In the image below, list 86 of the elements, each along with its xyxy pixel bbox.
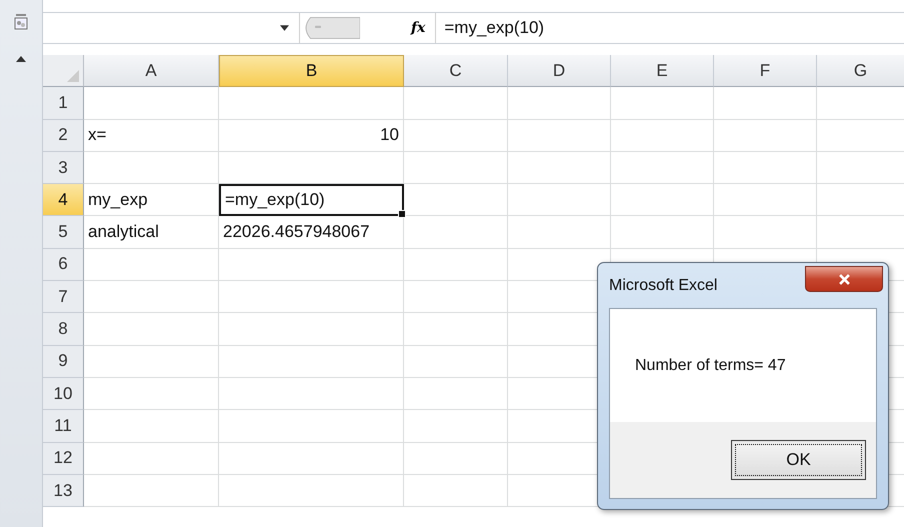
table-cell[interactable] <box>219 410 404 443</box>
table-cell[interactable] <box>84 313 219 346</box>
table-cell[interactable] <box>611 152 714 184</box>
column-header[interactable]: C <box>404 55 508 88</box>
table-cell[interactable] <box>404 184 508 216</box>
table-cell[interactable] <box>219 281 404 314</box>
table-cell[interactable] <box>84 442 219 475</box>
table-cell[interactable] <box>714 120 817 152</box>
table-cell[interactable] <box>611 216 714 249</box>
row-header[interactable]: 9 <box>43 346 84 378</box>
table-cell[interactable] <box>611 120 714 152</box>
row-header[interactable]: 11 <box>43 410 84 443</box>
table-cell[interactable] <box>404 120 508 152</box>
column-header[interactable]: B <box>219 55 404 88</box>
table-cell[interactable]: my_exp <box>84 184 219 216</box>
table-cell[interactable] <box>611 87 714 120</box>
column-header[interactable]: D <box>508 55 611 88</box>
table-cell[interactable] <box>404 410 508 443</box>
table-cell[interactable] <box>404 442 508 475</box>
table-cell[interactable] <box>84 248 219 282</box>
row-header[interactable]: 2 <box>43 120 84 152</box>
table-cell[interactable] <box>219 346 404 378</box>
select-all-icon[interactable] <box>67 70 79 82</box>
table-cell[interactable] <box>84 378 219 410</box>
table-cell[interactable] <box>84 152 219 184</box>
row-header[interactable]: 6 <box>43 248 84 282</box>
table-cell[interactable] <box>714 87 817 120</box>
row-header[interactable]: 10 <box>43 378 84 410</box>
table-cell[interactable] <box>404 378 508 410</box>
row-header[interactable]: 13 <box>43 474 84 508</box>
scroll-up-icon[interactable] <box>16 56 26 62</box>
table-cell[interactable]: analytical <box>84 216 219 249</box>
table-cell[interactable] <box>219 474 404 508</box>
table-cell[interactable] <box>219 248 404 282</box>
row-header[interactable]: 7 <box>43 281 84 314</box>
row-header[interactable]: 8 <box>43 313 84 346</box>
table-cell[interactable] <box>219 378 404 410</box>
insert-function-button[interactable]: fx <box>401 13 436 43</box>
table-cell[interactable] <box>404 281 508 314</box>
close-button[interactable] <box>805 266 883 292</box>
table-cell[interactable] <box>84 87 219 120</box>
table-cell[interactable] <box>84 410 219 443</box>
table-cell[interactable] <box>508 216 611 249</box>
column-header[interactable]: E <box>611 55 714 88</box>
table-cell[interactable] <box>404 152 508 184</box>
column-header[interactable]: F <box>714 55 817 88</box>
table-cell[interactable] <box>508 184 611 216</box>
column-header[interactable]: A <box>84 55 219 88</box>
table-cell[interactable] <box>84 281 219 314</box>
dialog-title: Microsoft Excel <box>609 276 718 294</box>
table-cell[interactable] <box>404 87 508 120</box>
column-header[interactable]: G <box>817 55 904 88</box>
sheet-icon[interactable] <box>14 14 28 30</box>
table-cell[interactable]: 10 <box>219 120 404 152</box>
table-cell[interactable] <box>714 216 817 249</box>
table-cell[interactable]: 22026.4657948067 <box>219 216 404 249</box>
close-icon <box>838 274 850 284</box>
dialog-message: Number of terms= 47 <box>635 356 786 374</box>
row-header[interactable]: 12 <box>43 442 84 475</box>
row-header[interactable]: 3 <box>43 152 84 184</box>
table-cell[interactable] <box>714 184 817 216</box>
table-cell[interactable] <box>219 442 404 475</box>
table-cell[interactable] <box>508 120 611 152</box>
table-cell[interactable] <box>84 346 219 378</box>
table-cell[interactable] <box>508 87 611 120</box>
table-cell[interactable] <box>404 474 508 508</box>
table-cell[interactable] <box>404 313 508 346</box>
table-cell[interactable] <box>404 248 508 282</box>
table-cell[interactable] <box>714 152 817 184</box>
table-cell[interactable] <box>219 313 404 346</box>
table-cell[interactable] <box>508 152 611 184</box>
table-cell[interactable] <box>219 152 404 184</box>
row-header[interactable]: 1 <box>43 87 84 120</box>
formula-field[interactable]: =my_exp(10) <box>436 18 544 38</box>
table-cell[interactable]: x= <box>84 120 219 152</box>
table-cell[interactable] <box>84 474 219 508</box>
table-cell[interactable] <box>404 216 508 249</box>
table-cell[interactable] <box>611 184 714 216</box>
dropdown-icon[interactable] <box>280 25 289 31</box>
active-cell[interactable]: =my_exp(10) <box>219 184 404 216</box>
fill-handle[interactable] <box>398 210 406 218</box>
row-header[interactable]: 5 <box>43 216 84 249</box>
ok-button[interactable]: OK <box>731 440 866 480</box>
table-cell[interactable] <box>219 87 404 120</box>
table-cell[interactable] <box>404 346 508 378</box>
row-header[interactable]: 4 <box>43 184 84 216</box>
